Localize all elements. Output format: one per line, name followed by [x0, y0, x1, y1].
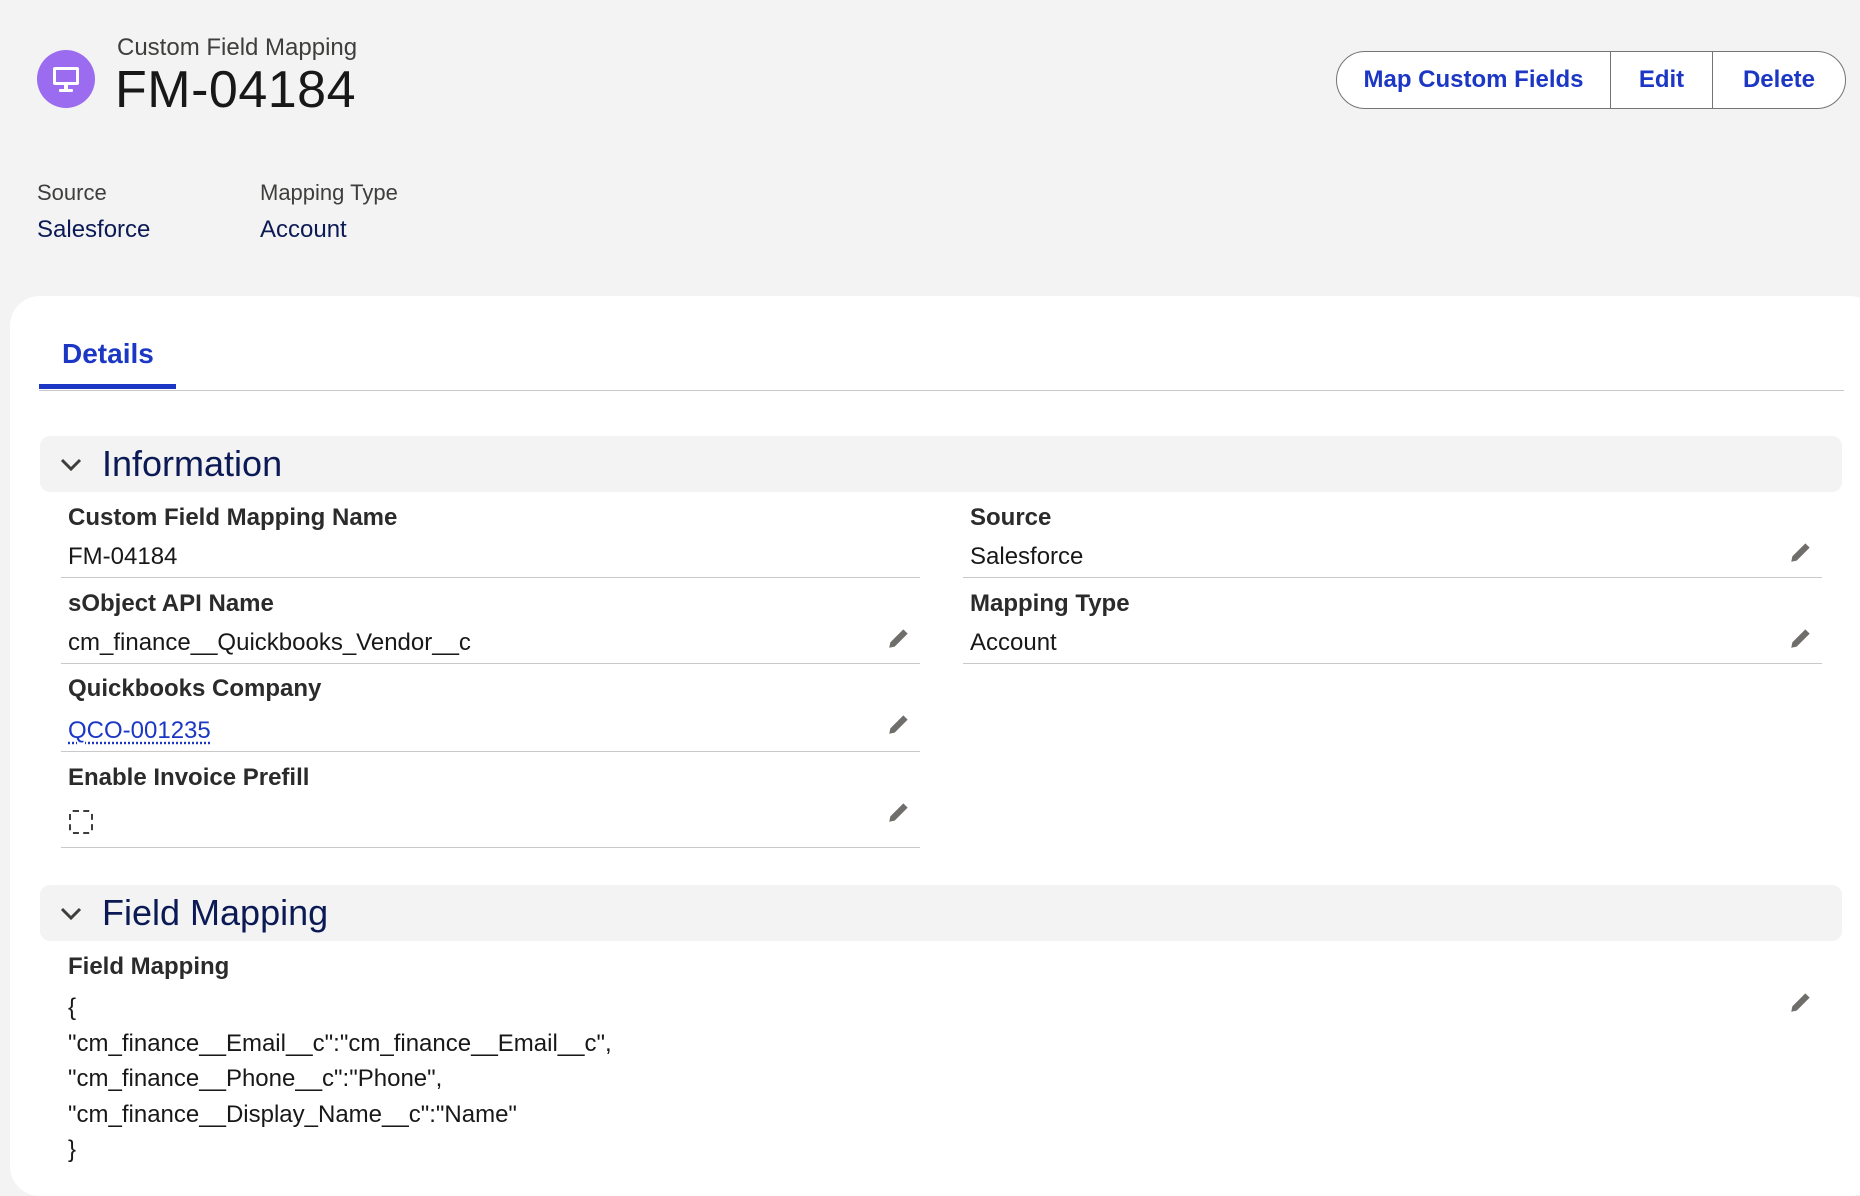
highlight-source: Source Salesforce [37, 180, 150, 244]
field-label: Field Mapping [68, 953, 230, 980]
field-divider [61, 663, 920, 664]
field-divider [963, 577, 1822, 578]
field-divider [61, 751, 920, 752]
highlight-label: Mapping Type [260, 180, 398, 205]
field-quickbooks-company: Quickbooks Company [68, 675, 321, 703]
field-mapping-json: { "cm_finance__Email__c":"cm_finance__Ema… [68, 990, 612, 1168]
field-mapping-type: Mapping Type [970, 590, 1130, 618]
field-value: FM-04184 [68, 543, 178, 570]
field-mapping-name: Custom Field Mapping Name [68, 504, 397, 532]
tabs-divider [39, 390, 1844, 391]
field-label: sObject API Name [68, 590, 274, 617]
action-button-group: Map Custom Fields Edit Delete [1336, 51, 1846, 109]
pencil-icon[interactable] [1788, 625, 1814, 651]
chevron-down-icon [56, 449, 86, 479]
pencil-icon[interactable] [886, 711, 912, 737]
record-header: Custom Field Mapping FM-04184 Map Custom… [0, 0, 1860, 300]
field-label: Mapping Type [970, 590, 1130, 617]
field-label: Source [970, 504, 1052, 531]
tab-active-indicator [39, 384, 176, 389]
field-divider [61, 577, 920, 578]
field-value: Salesforce [970, 543, 1084, 570]
delete-button[interactable]: Delete [1713, 52, 1845, 108]
field-value: cm_finance__Quickbooks_Vendor__c [68, 629, 471, 656]
section-title: Field Mapping [102, 892, 329, 933]
desktop-icon [37, 50, 95, 108]
section-title: Information [102, 443, 283, 484]
field-value: Account [970, 629, 1057, 656]
field-label: Enable Invoice Prefill [68, 764, 310, 791]
field-divider [963, 663, 1822, 664]
invoice-prefill-checkbox[interactable] [69, 810, 93, 834]
section-header-information[interactable]: Information [40, 436, 1842, 492]
tab-details[interactable]: Details [62, 338, 154, 370]
json-line: } [68, 1136, 77, 1163]
chevron-down-icon [56, 898, 86, 928]
json-line: "cm_finance__Display_Name__c":"Name" [68, 1100, 517, 1128]
field-enable-invoice-prefill: Enable Invoice Prefill [68, 764, 309, 792]
field-divider [61, 847, 920, 848]
section-header-field-mapping[interactable]: Field Mapping [40, 885, 1842, 941]
highlight-label: Source [37, 180, 107, 205]
pencil-icon[interactable] [886, 799, 912, 825]
field-label: Quickbooks Company [68, 675, 322, 702]
highlight-value: Account [260, 216, 347, 243]
field-source: Source [970, 504, 1051, 532]
json-line: "cm_finance__Phone__c":"Phone", [68, 1065, 443, 1092]
highlight-mapping-type: Mapping Type Account [260, 180, 398, 244]
field-field-mapping: Field Mapping [68, 953, 229, 981]
json-line: "cm_finance__Email__c":"cm_finance__Emai… [68, 1029, 612, 1057]
pencil-icon[interactable] [1788, 539, 1814, 565]
map-custom-fields-button[interactable]: Map Custom Fields [1337, 52, 1611, 108]
field-label: Custom Field Mapping Name [68, 504, 398, 531]
edit-button[interactable]: Edit [1611, 52, 1713, 108]
pencil-icon[interactable] [1788, 989, 1814, 1015]
field-sobject-api-name: sObject API Name [68, 590, 274, 618]
page-title: FM-04184 [115, 61, 356, 119]
json-line: { [68, 994, 77, 1021]
highlight-value: Salesforce [37, 216, 151, 243]
pencil-icon[interactable] [886, 625, 912, 651]
object-label: Custom Field Mapping [117, 34, 358, 61]
quickbooks-company-link[interactable]: QCO-001235 [68, 717, 211, 745]
